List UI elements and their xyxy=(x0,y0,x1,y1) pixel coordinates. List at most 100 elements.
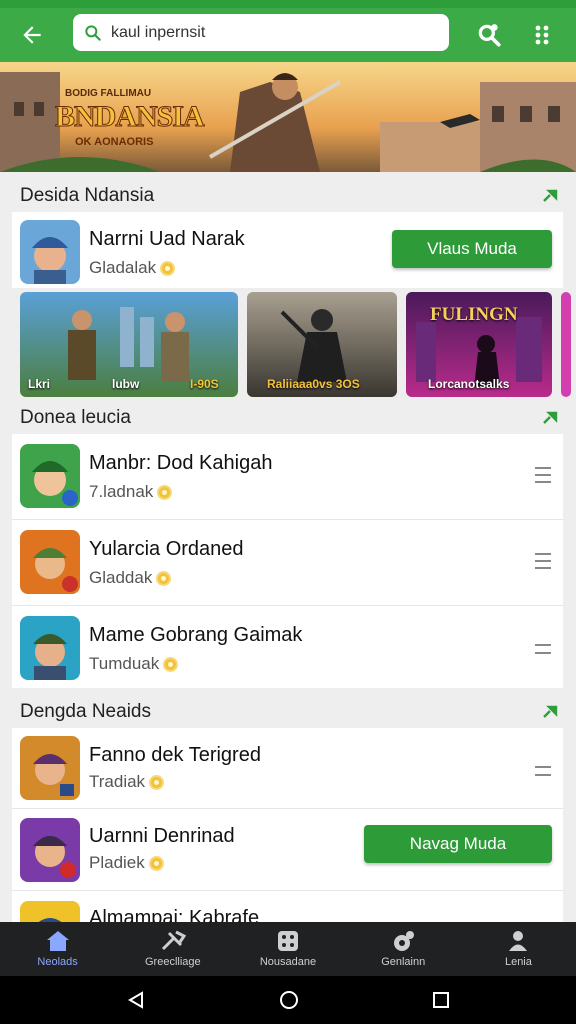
list-item[interactable]: Uarnni Denrinad Pladiek Navag Muda xyxy=(12,809,563,891)
app-name: Yularcia Ordaned xyxy=(89,538,244,560)
system-navigation-bar xyxy=(0,976,576,1024)
app-icon xyxy=(20,530,80,594)
carousel-thumb[interactable] xyxy=(561,292,571,397)
nav-tab-apps[interactable]: Nousadane xyxy=(230,922,345,976)
app-subtitle: Tradiak xyxy=(89,772,165,792)
coin-icon xyxy=(148,855,164,871)
back-triangle-icon[interactable] xyxy=(127,991,145,1009)
gamepad-icon xyxy=(394,931,415,951)
app-icon xyxy=(20,220,80,284)
home-circle-icon[interactable] xyxy=(279,990,299,1010)
app-developer: Tradiak xyxy=(89,772,146,791)
carousel-thumb[interactable]: Raliiaaa0vs 3OS xyxy=(247,292,397,397)
thumb-caption: Lorcanotsalks xyxy=(428,377,510,391)
home-icon xyxy=(46,931,69,951)
app-subtitle: Gladdak xyxy=(89,568,172,588)
thumb-caption: Raliiaaa0vs 3OS xyxy=(267,377,360,391)
app-name: Fanno dek Terigred xyxy=(89,744,261,766)
app-icon xyxy=(20,736,80,800)
coin-icon xyxy=(160,260,176,276)
featured-banner[interactable]: BODIG FALLIMAU BNDANSIA OK AONAORIS xyxy=(0,62,576,172)
app-name: Narrni Uad Narak xyxy=(89,228,245,250)
sword-icon xyxy=(161,930,186,951)
recents-square-icon[interactable] xyxy=(433,992,449,1008)
banner-logo: BODIG FALLIMAU BNDANSIA OK AONAORIS xyxy=(55,82,206,162)
menu-icon[interactable] xyxy=(535,766,551,776)
status-bar xyxy=(0,0,576,8)
app-name: Mame Gobrang Gaimak xyxy=(89,624,303,646)
app-developer: 7.ladnak xyxy=(89,482,154,501)
app-developer: Gladalak xyxy=(89,258,157,277)
coin-icon xyxy=(156,570,172,586)
app-subtitle: 7.ladnak xyxy=(89,482,173,502)
list-item[interactable]: Manbr: Dod Kahigah 7.ladnak xyxy=(12,434,563,520)
app-subtitle: Pladiek xyxy=(89,853,164,873)
nav-tab-profile[interactable]: Lenia xyxy=(461,922,576,976)
hamburger-menu-icon[interactable] xyxy=(535,467,551,483)
app-icon xyxy=(20,616,80,680)
list-item[interactable]: Narrni Uad Narak Gladalak Vlaus Muda xyxy=(12,212,563,288)
pin-icon xyxy=(543,189,558,202)
person-icon xyxy=(509,931,528,951)
menu-icon[interactable] xyxy=(535,644,551,654)
search-input[interactable] xyxy=(111,23,411,42)
screenshot-carousel[interactable]: Lkri lubw I-90S Raliiaaa0vs 3OS FULINGN … xyxy=(12,292,576,397)
section-title: Dengda Neaids xyxy=(20,701,151,722)
app-subtitle: Tumduak xyxy=(89,654,179,674)
coin-icon xyxy=(163,656,179,672)
app-list-card: Manbr: Dod Kahigah 7.ladnak Yularcia Ord… xyxy=(12,434,563,688)
app-subtitle: Gladalak xyxy=(89,258,176,278)
thumb-caption: lubw xyxy=(112,377,140,391)
thumb-caption: I-90S xyxy=(190,377,219,391)
dice-icon xyxy=(278,931,298,951)
app-icon xyxy=(20,901,80,922)
section-title: Desida Ndansia xyxy=(20,185,155,206)
hamburger-menu-icon[interactable] xyxy=(535,553,551,569)
app-name: Almampai: Kabrafe xyxy=(89,907,260,922)
app-developer: Gladdak xyxy=(89,568,153,587)
banner-title: BNDANSIA xyxy=(55,100,206,134)
app-developer: Pladiek xyxy=(89,853,145,872)
list-item[interactable]: Mame Gobrang Gaimak Tumduak xyxy=(12,606,563,692)
pin-icon xyxy=(543,411,558,424)
nav-label: Neolads xyxy=(37,956,78,968)
nav-label: Lenia xyxy=(504,956,532,968)
search-action-button[interactable] xyxy=(465,8,513,62)
app-list-card: Fanno dek Terigred Tradiak Uarnni Denrin… xyxy=(12,728,563,922)
install-button[interactable]: Vlaus Muda xyxy=(392,230,552,268)
list-item[interactable]: Yularcia Ordaned Gladdak xyxy=(12,520,563,606)
app-developer: Tumduak xyxy=(89,654,160,673)
app-bar xyxy=(0,8,576,62)
nav-tab-play[interactable]: Genlainn xyxy=(346,922,461,976)
grid-dots-icon xyxy=(535,25,549,45)
app-icon xyxy=(20,444,80,508)
search-tools-icon xyxy=(478,24,501,47)
bottom-navigation: Neolads Greeclliage Nousadane Genlainn L… xyxy=(0,922,576,976)
pin-icon xyxy=(543,705,558,718)
list-item[interactable]: Fanno dek Terigred Tradiak xyxy=(12,728,563,809)
carousel-thumb[interactable]: Lkri lubw I-90S xyxy=(20,292,238,397)
app-list-card: Narrni Uad Narak Gladalak Vlaus Muda xyxy=(12,212,563,288)
section-header[interactable]: Donea leucia xyxy=(0,398,576,438)
nav-tab-home[interactable]: Neolads xyxy=(0,922,115,976)
thumb-caption: Lkri xyxy=(28,377,51,391)
nav-label: Greeclliage xyxy=(144,956,201,968)
install-button[interactable]: Navag Muda xyxy=(364,825,552,863)
more-options-button[interactable] xyxy=(518,8,566,62)
coin-icon xyxy=(157,484,173,500)
search-box[interactable] xyxy=(73,14,449,51)
list-item[interactable]: Almampai: Kabrafe xyxy=(12,891,563,922)
arrow-left-icon xyxy=(23,26,41,44)
nav-label: Nousadane xyxy=(259,956,317,968)
banner-subtitle: OK AONAORIS xyxy=(75,136,154,148)
nav-tab-games[interactable]: Greeclliage xyxy=(115,922,230,976)
carousel-thumb[interactable]: FULINGN Lorcanotsalks xyxy=(406,292,552,397)
app-icon xyxy=(20,818,80,882)
thumb-title: FULINGN xyxy=(430,304,518,325)
nav-label: Genlainn xyxy=(381,956,426,968)
back-button[interactable] xyxy=(0,8,64,62)
search-icon xyxy=(85,24,101,41)
section-title: Donea leucia xyxy=(20,407,131,428)
section-header[interactable]: Dengda Neaids xyxy=(0,692,576,732)
section-header[interactable]: Desida Ndansia xyxy=(0,176,576,216)
